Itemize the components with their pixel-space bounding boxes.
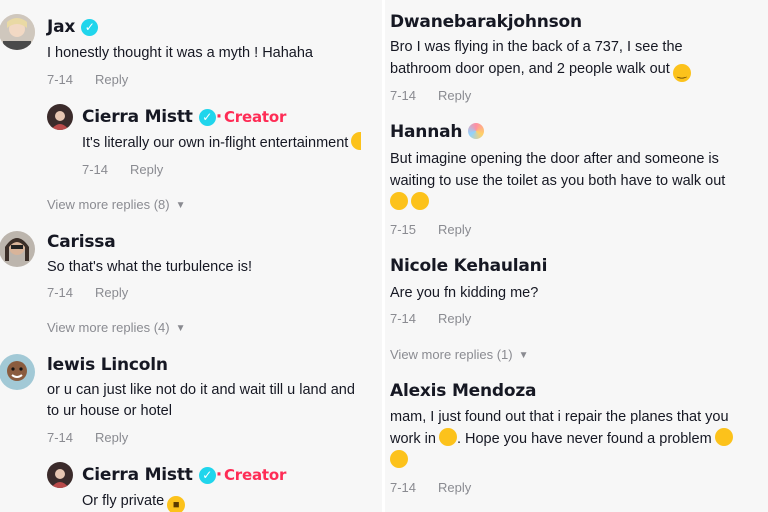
comment-text: Are you fn kidding me? (390, 285, 539, 301)
username[interactable]: Jax ✓ (47, 17, 99, 37)
username-text[interactable]: Cierra Mistt (82, 465, 193, 485)
reply-button[interactable]: Reply (438, 311, 471, 326)
reply-button[interactable]: Reply (438, 88, 471, 103)
comment-meta: 7-14 Reply (47, 430, 128, 445)
username[interactable]: Dwanebarakjohnson (390, 12, 582, 32)
username-text[interactable]: Cierra Mistt (82, 107, 193, 127)
username[interactable]: lewis Lincoln (47, 355, 168, 375)
comment-text-line-1: or u can just like not do it and wait ti… (47, 382, 355, 398)
creator-badge: Creator (223, 108, 287, 126)
comment-text: I honestly thought it was a myth ! Hahah… (47, 45, 313, 61)
comment-hannah: Hannah But imagine opening the door afte… (385, 112, 768, 242)
pleading-face-icon (390, 450, 408, 468)
view-more-label[interactable]: View more replies (1) (390, 347, 513, 362)
emoji-icon (351, 132, 362, 150)
check-badge-icon: ✓ (81, 19, 99, 36)
crying-face-icon (390, 192, 408, 210)
view-more-replies[interactable]: View more replies (8) ▼ (47, 197, 186, 212)
view-more-replies[interactable]: View more replies (4) ▼ (47, 320, 186, 335)
comment-alexis-mendoza: Alexis Mendoza mam, I just found out tha… (385, 372, 768, 512)
creator-badge: Creator (223, 466, 287, 484)
chevron-down-icon: ▼ (175, 323, 186, 334)
username[interactable]: Hannah (390, 122, 485, 142)
username-text[interactable]: Hannah (390, 122, 462, 142)
comment-text-content: It's literally our own in-flight enterta… (82, 135, 349, 151)
username[interactable]: Cierra Mistt ✓ · Creator (82, 107, 286, 127)
reply-button[interactable]: Reply (130, 162, 163, 177)
comment-carissa: Carissa So that's what the turbulence is… (0, 222, 382, 312)
check-badge-icon: ✓ (198, 109, 216, 126)
comment-meta: 7-14 Reply (47, 285, 128, 300)
comment-text-line-1: mam, I just found out that i repair the … (390, 409, 729, 425)
comment-emoji-line (387, 192, 429, 214)
comment-date: 7-14 (47, 285, 74, 300)
comment-text: Or fly private ■ (82, 490, 186, 512)
view-more-replies[interactable]: View more replies (1) ▼ (390, 347, 529, 362)
right-comment-panel: Dwanebarakjohnson Bro I was flying in th… (385, 0, 768, 512)
separator-dot: · (215, 107, 222, 127)
comment-text-line-1: Bro I was flying in the back of a 737, I… (390, 39, 683, 55)
emoji-icon: ■ (167, 496, 186, 512)
comment-text-line-2: work in . Hope you have never found a pro… (390, 428, 733, 450)
comment-date: 7-14 (82, 162, 109, 177)
reply-button[interactable]: Reply (95, 72, 128, 87)
comment-date: 7-14 (47, 72, 74, 87)
comment-text: So that's what the turbulence is! (47, 259, 253, 275)
comment-dwanebarakjohnson: Dwanebarakjohnson Bro I was flying in th… (385, 0, 768, 110)
username[interactable]: Cierra Mistt ✓ · Creator (82, 465, 286, 485)
chevron-down-icon: ▼ (518, 350, 529, 361)
chevron-down-icon: ▼ (175, 200, 186, 211)
comment-text-content: work in (390, 431, 436, 447)
comment-text-content: Or fly private (82, 493, 165, 509)
comment-date: 7-14 (47, 430, 74, 445)
reply-cierra-2: Cierra Mistt ✓ · Creator Or fly private ■ (0, 458, 382, 512)
reply-button[interactable]: Reply (95, 430, 128, 445)
username[interactable]: Nicole Kehaulani (390, 256, 547, 276)
comment-meta: 7-14 Reply (390, 480, 471, 495)
comment-meta: 7-14 Reply (82, 162, 163, 177)
comment-text-line-2: waiting to use the toilet as you both ha… (390, 173, 726, 189)
comment-text-content: bathroom door open, and 2 people walk ou… (390, 61, 670, 77)
left-comment-panel: Jax ✓ I honestly thought it was a myth ! … (0, 0, 382, 512)
separator-dot: · (215, 465, 222, 485)
comment-text-line-2: bathroom door open, and 2 people walk ou… (390, 58, 691, 82)
pleading-face-icon (714, 428, 733, 446)
comment-date: 7-14 (390, 311, 417, 326)
check-badge-icon: ✓ (198, 467, 216, 484)
avatar[interactable] (47, 462, 73, 488)
avatar[interactable] (47, 104, 73, 130)
pleading-face-icon (438, 428, 457, 446)
reply-button[interactable]: Reply (438, 222, 471, 237)
reply-cierra-1: Cierra Mistt ✓ · Creator It's literally our… (0, 100, 382, 190)
comment-nicole-kehaulani: Nicole Kehaulani Are you fn kidding me? … (385, 250, 768, 330)
comment-date: 7-15 (390, 222, 417, 237)
comment-date: 7-14 (390, 480, 417, 495)
comment-emoji-line (387, 450, 408, 472)
comment-meta: 7-14 Reply (390, 311, 471, 326)
avatar[interactable] (0, 14, 35, 50)
crying-face-icon (411, 192, 429, 210)
comment-text-content: . Hope you have never found a problem (456, 431, 712, 447)
username-text[interactable]: Jax (47, 17, 75, 37)
avatar[interactable] (0, 231, 35, 267)
avatar[interactable] (0, 354, 35, 390)
comment-text: It's literally our own in-flight enterta… (82, 132, 362, 154)
comment-meta: 7-14 Reply (390, 88, 471, 103)
comment-date: 7-14 (390, 88, 417, 103)
comment-text-line-1: But imagine opening the door after and s… (390, 151, 719, 167)
reply-button[interactable]: Reply (438, 480, 471, 495)
username[interactable]: Alexis Mendoza (390, 381, 537, 401)
view-more-label[interactable]: View more replies (8) (47, 197, 170, 212)
view-more-label[interactable]: View more replies (4) (47, 320, 170, 335)
comment-meta: 7-14 Reply (47, 72, 128, 87)
reply-button[interactable]: Reply (95, 285, 128, 300)
comment-text-line-2: to ur house or hotel (47, 403, 172, 419)
emoji-icon: ‿ (672, 64, 691, 82)
comment-meta: 7-15 Reply (390, 222, 471, 237)
username[interactable]: Carissa (47, 232, 116, 252)
lollipop-icon (468, 123, 485, 139)
comment-lewis-lincoln: lewis Lincoln or u can just like not do … (0, 346, 382, 456)
